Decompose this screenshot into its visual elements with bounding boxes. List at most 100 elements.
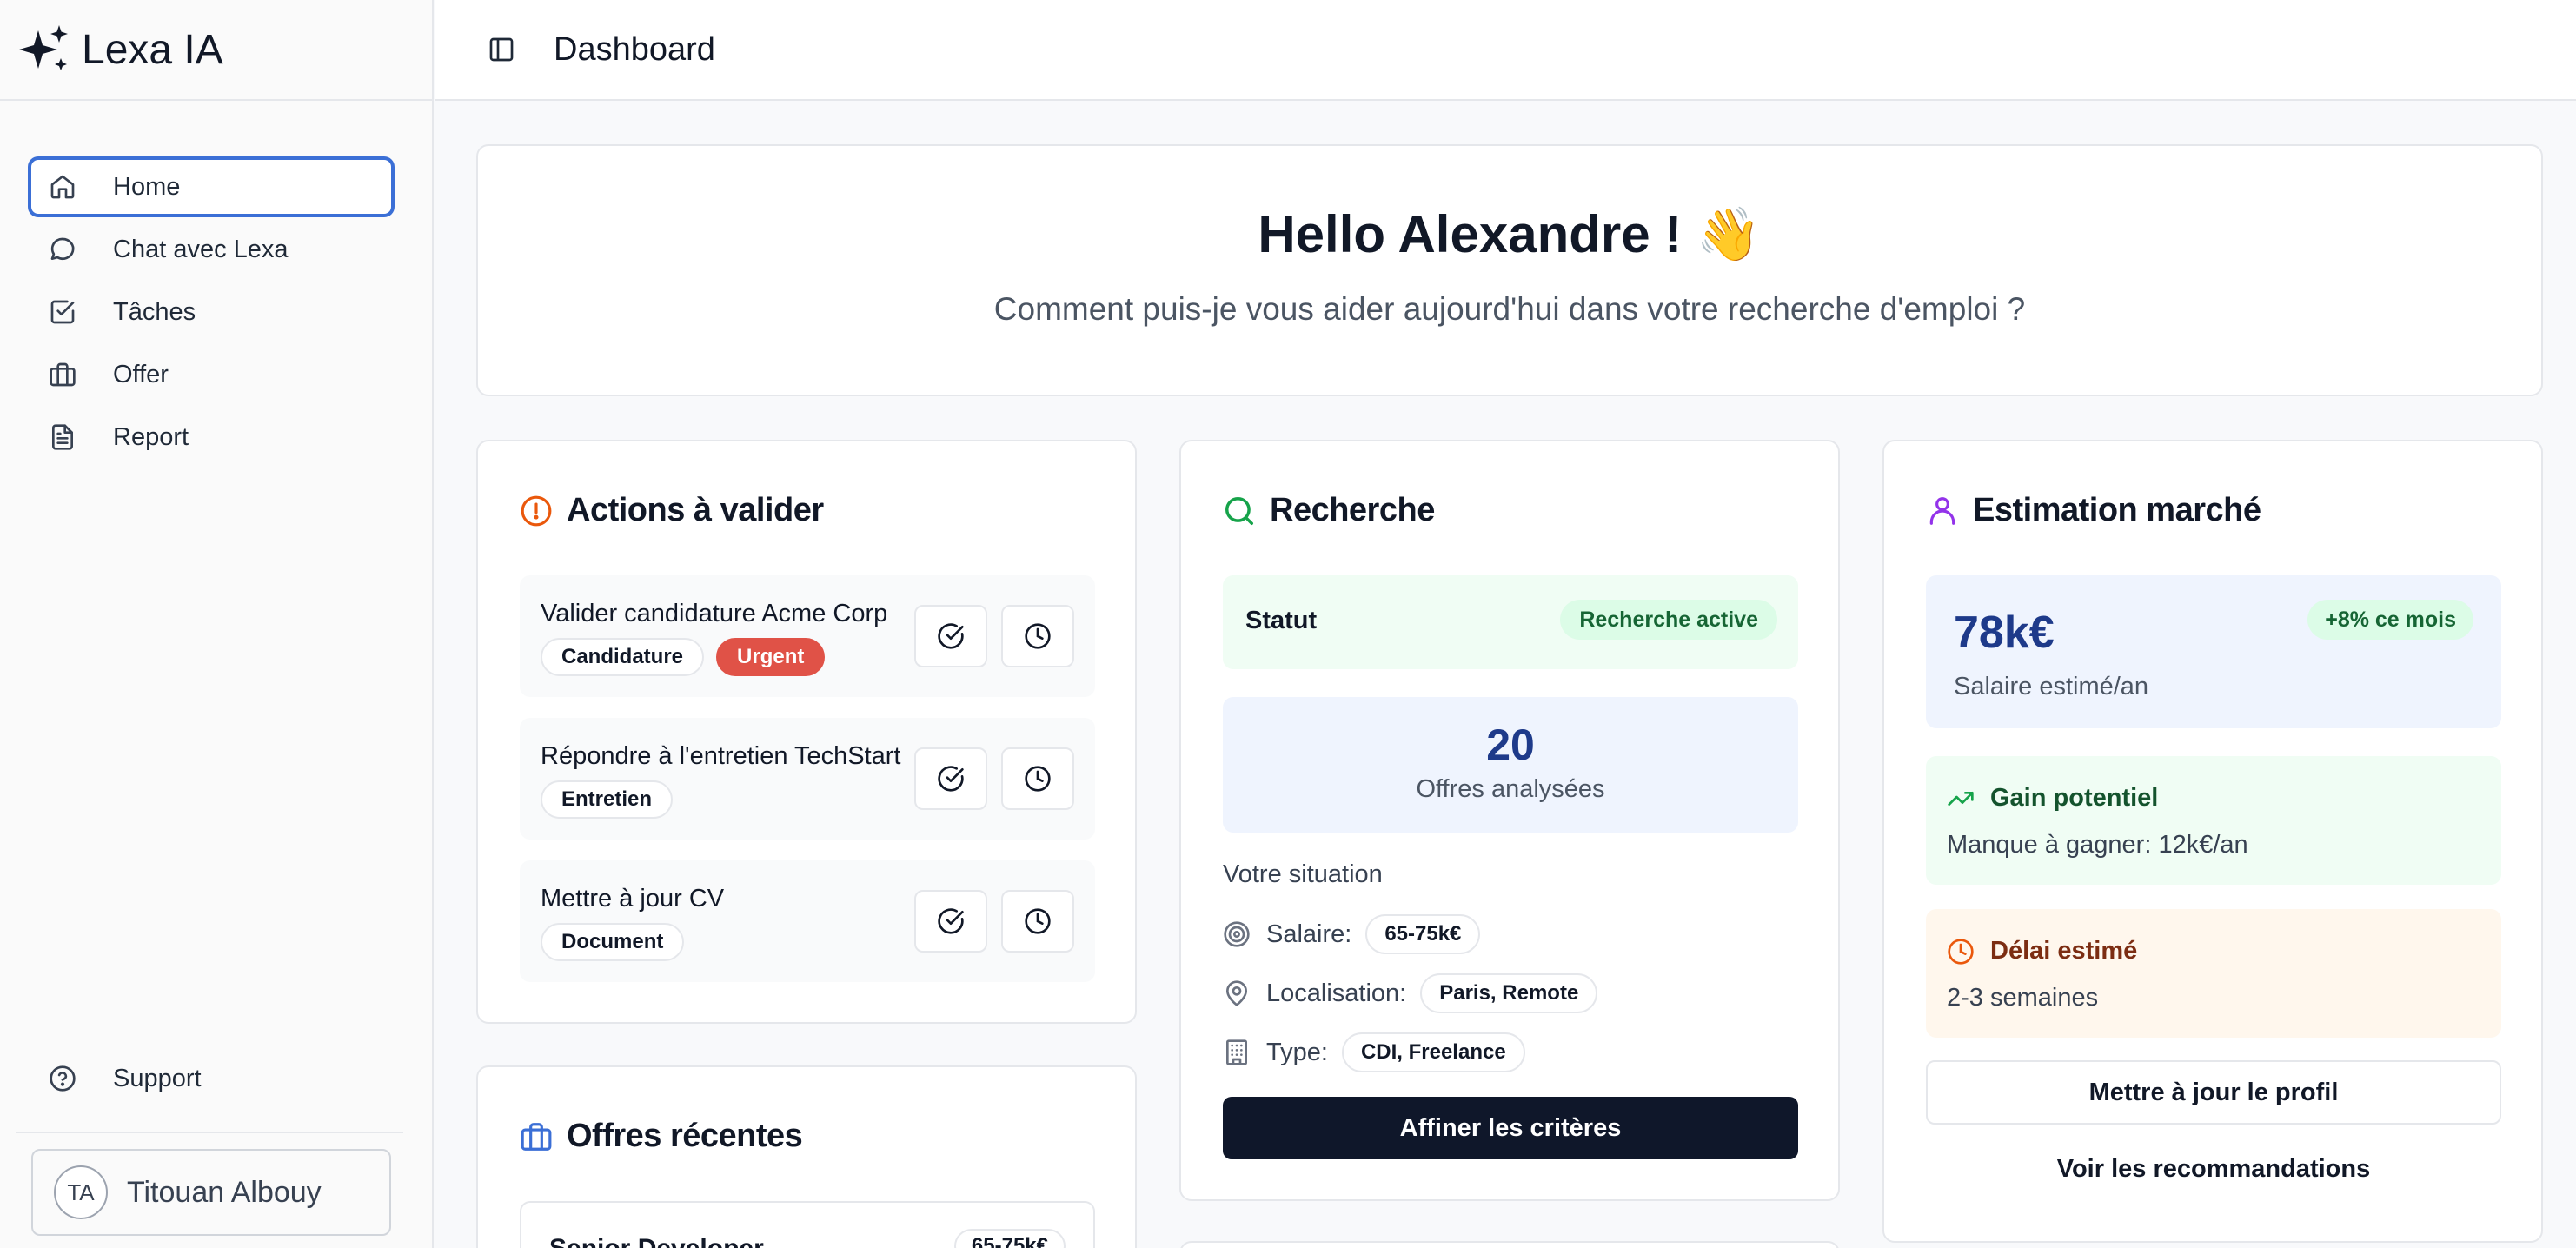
delay-box: Délai estimé 2-3 semaines: [1926, 909, 2501, 1038]
search-card: Recherche Statut Recherche active 20 Off…: [1179, 440, 1840, 1201]
sidebar-divider: [16, 1132, 403, 1133]
validate-button[interactable]: [914, 747, 987, 810]
criterion-label: Type:: [1266, 1038, 1328, 1066]
actions-card: Actions à valider Valider candidature Ac…: [476, 440, 1137, 1024]
sidebar-item-label: Tâches: [113, 297, 196, 326]
criterion-salary: Salaire: 65-75k€: [1223, 914, 1481, 954]
criterion-type: Type: CDI, Freelance: [1223, 1032, 1525, 1072]
offer-salary-badge: 65-75k€: [953, 1229, 1066, 1248]
card-header: Actions à valider: [520, 492, 824, 529]
briefcase-icon: [521, 1122, 552, 1151]
validate-button[interactable]: [914, 605, 987, 667]
home-icon: [50, 175, 75, 199]
sidebar-item-home[interactable]: Home: [28, 156, 395, 217]
criterion-location: Localisation: Paris, Remote: [1223, 973, 1598, 1013]
snooze-button[interactable]: [1001, 747, 1074, 810]
sidebar-item-label: Report: [113, 422, 189, 451]
status-label: Statut: [1245, 607, 1318, 634]
tag: Candidature: [541, 638, 705, 676]
target-icon: [1224, 921, 1250, 947]
action-item: Valider candidature Acme Corp Candidatur…: [520, 575, 1095, 697]
salary-label: Salaire estimé/an: [1954, 673, 2149, 700]
criterion-label: Salaire:: [1266, 919, 1352, 948]
sidebar-item-offer[interactable]: Offer: [28, 344, 395, 405]
view-recommendations-button[interactable]: Voir les recommandations: [1926, 1137, 2501, 1201]
criterion-value: CDI, Freelance: [1341, 1032, 1525, 1072]
card-header: Offres récentes: [520, 1118, 803, 1155]
greeting: Hello Alexandre ! 👋: [1258, 205, 1762, 263]
gain-text: Manque à gagner: 12k€/an: [1947, 831, 2248, 859]
criterion-value: 65-75k€: [1365, 914, 1481, 954]
search-icon: [1225, 496, 1253, 525]
delay-text: 2-3 semaines: [1947, 984, 2099, 1012]
sidebar-support: Support: [28, 1048, 395, 1111]
avatar: TA: [54, 1165, 108, 1219]
recent-offers-card: Offres récentes Senior Developer 65-75k€: [476, 1065, 1137, 1248]
snooze-button[interactable]: [1001, 605, 1074, 667]
offers-count-box: 20 Offres analysées: [1223, 697, 1798, 833]
status-badge: Recherche active: [1560, 600, 1777, 640]
refine-criteria-button[interactable]: Affiner les critères: [1223, 1097, 1798, 1159]
brand-name: Lexa IA: [82, 26, 223, 73]
help-circle-icon: [50, 1065, 76, 1092]
snooze-button[interactable]: [1001, 890, 1074, 953]
card-title: Offres récentes: [567, 1118, 803, 1154]
offers-count: 20: [1486, 720, 1535, 769]
sidebar-item-label: Home: [113, 172, 181, 201]
tag: Entretien: [541, 780, 674, 819]
urgent-badge: Urgent: [716, 638, 826, 676]
sparkles-icon: [19, 25, 68, 70]
validate-button[interactable]: [914, 890, 987, 953]
tag: Document: [541, 923, 685, 961]
action-title: Valider candidature Acme Corp: [541, 600, 888, 627]
user-icon: [1929, 496, 1955, 525]
salary-box: 78k€ Salaire estimé/an +8% ce mois: [1926, 575, 2501, 728]
greeting-subtitle: Comment puis-je vous aider aujourd'hui d…: [993, 291, 2026, 327]
criterion-value: Paris, Remote: [1420, 973, 1598, 1013]
update-profile-button[interactable]: Mettre à jour le profil: [1926, 1060, 2501, 1125]
check-circle-icon: [938, 908, 964, 934]
salary-value: 78k€: [1954, 607, 2055, 658]
check-circle-icon: [938, 766, 964, 792]
card-title: Recherche: [1270, 492, 1435, 528]
sidebar-item-taches[interactable]: Tâches: [28, 282, 395, 342]
trending-up-icon: [1948, 791, 1974, 806]
criterion-label: Localisation:: [1266, 979, 1407, 1007]
offer-item[interactable]: Senior Developer 65-75k€: [520, 1201, 1095, 1248]
card-title: Estimation marché: [1973, 492, 2261, 528]
alert-circle-icon: [521, 495, 552, 526]
sidebar-toggle-icon[interactable]: [488, 36, 515, 63]
document-icon: [52, 424, 73, 450]
briefcase-icon: [50, 362, 76, 387]
delay-header: Délai estimé: [1947, 937, 2137, 966]
gain-box: Gain potentiel Manque à gagner: 12k€/an: [1926, 756, 2501, 885]
sidebar-item-label: Support: [113, 1064, 202, 1092]
delay-title: Délai estimé: [1990, 937, 2138, 965]
action-item: Mettre à jour CV Document: [520, 860, 1095, 982]
gain-title: Gain potentiel: [1990, 784, 2159, 812]
clock-icon: [1025, 766, 1051, 792]
sidebar-item-support[interactable]: Support: [28, 1048, 395, 1109]
situation-heading: Votre situation: [1223, 860, 1383, 888]
user-name: Titouan Albouy: [127, 1175, 322, 1209]
card-header: Estimation marché: [1926, 492, 2261, 529]
brand[interactable]: Lexa IA: [0, 0, 432, 101]
clock-icon: [1025, 623, 1051, 649]
check-circle-icon: [938, 623, 964, 649]
check-square-icon: [50, 300, 75, 324]
building-icon: [1226, 1039, 1247, 1065]
gain-header: Gain potentiel: [1947, 784, 2158, 813]
card-header: Recherche: [1223, 492, 1435, 529]
sidebar-item-chat[interactable]: Chat avec Lexa: [28, 219, 395, 280]
chat-icon: [50, 237, 75, 260]
welcome-card: Hello Alexandre ! 👋 Comment puis-je vous…: [476, 144, 2543, 396]
topbar: Dashboard: [435, 0, 2576, 101]
sidebar: Lexa IA Home Chat avec Lexa Tâches Offer…: [0, 0, 434, 1248]
action-item: Répondre à l'entretien TechStart Entreti…: [520, 718, 1095, 840]
sidebar-item-label: Offer: [113, 360, 169, 388]
offer-title: Senior Developer: [549, 1234, 764, 1248]
sidebar-item-report[interactable]: Report: [28, 407, 395, 468]
user-menu[interactable]: TA Titouan Albouy: [31, 1149, 391, 1236]
action-tags: Entretien: [541, 780, 685, 819]
sidebar-item-label: Chat avec Lexa: [113, 235, 289, 263]
